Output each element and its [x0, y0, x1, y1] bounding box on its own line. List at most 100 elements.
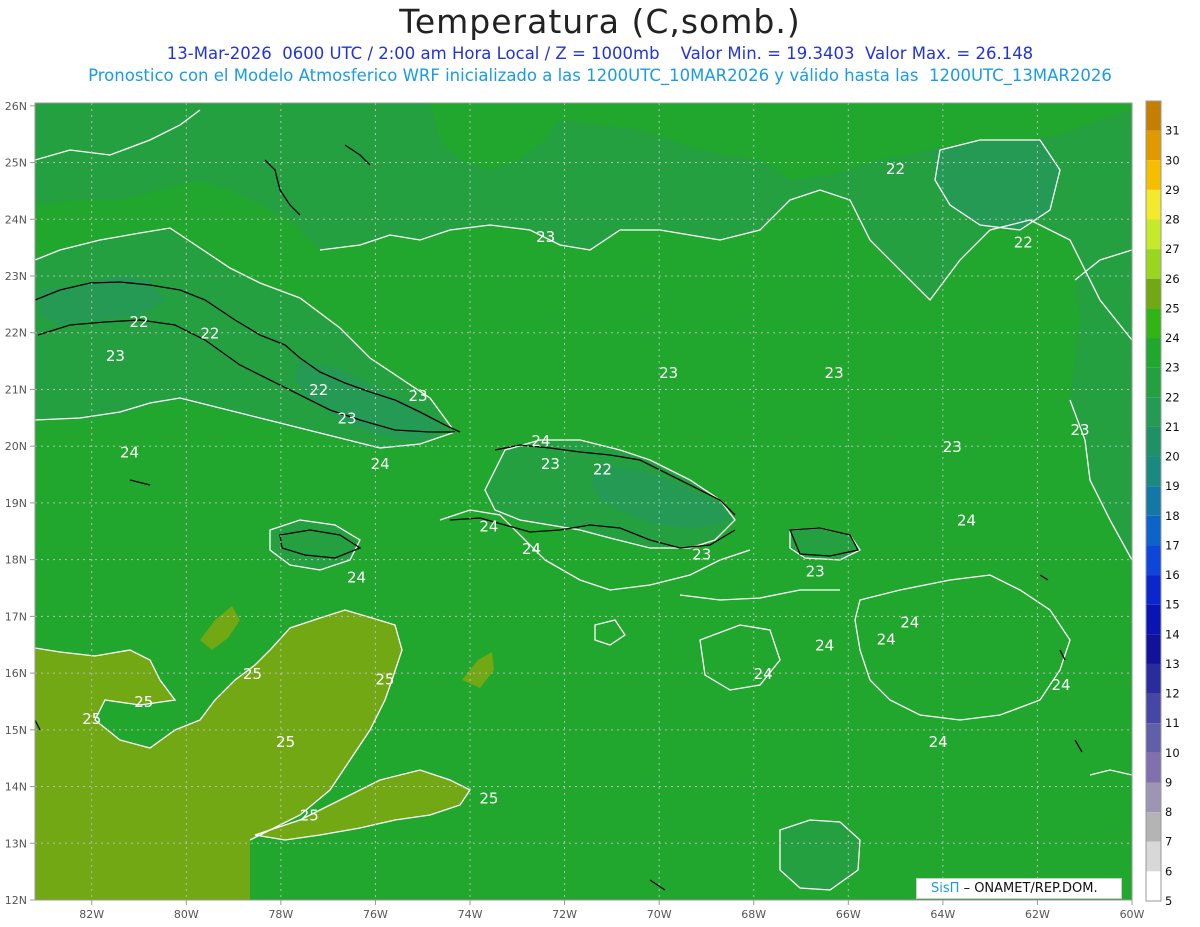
- colorbar-level-label: 10: [1165, 746, 1180, 760]
- lat-tick-label: 20N: [5, 440, 27, 453]
- colorbar-level-label: 30: [1165, 153, 1180, 167]
- colorbar-level-label: 7: [1165, 835, 1172, 849]
- colorbar-level-label: 17: [1165, 538, 1180, 552]
- colorbar-level-label: 16: [1165, 568, 1180, 582]
- colorbar-level-label: 28: [1165, 213, 1180, 227]
- lat-tick-label: 14N: [5, 781, 27, 794]
- colorbar-level-label: 29: [1165, 183, 1180, 197]
- contour-value-label: 23: [408, 387, 427, 405]
- sispi-brand: SisΠ: [931, 881, 960, 896]
- lon-tick-label: 60W: [1120, 908, 1145, 921]
- lon-tick-label: 82W: [79, 908, 104, 921]
- contour-value-label: 24: [531, 432, 550, 450]
- contour-value-label: 23: [806, 563, 825, 581]
- onamet-credit: – ONAMET/REP.DOM.: [963, 881, 1098, 896]
- colorbar-swatch: [1146, 219, 1161, 250]
- colorbar-level-label: 27: [1165, 242, 1180, 256]
- contour-value-label: 25: [82, 710, 101, 728]
- lat-tick-label: 15N: [5, 724, 27, 737]
- colorbar-level-label: 31: [1165, 124, 1180, 138]
- colorbar-level-label: 20: [1165, 450, 1180, 464]
- lat-tick-label: 19N: [5, 497, 27, 510]
- lon-tick-label: 80W: [174, 908, 199, 921]
- colorbar-level-label: 18: [1165, 509, 1180, 523]
- contour-value-label: 24: [957, 512, 976, 530]
- lat-tick-label: 23N: [5, 270, 27, 283]
- colorbar-swatch: [1146, 693, 1161, 724]
- lat-tick-label: 18N: [5, 554, 27, 567]
- contour-value-label: 23: [338, 410, 357, 428]
- colorbar-level-label: 15: [1165, 598, 1180, 612]
- contour-value-label: 22: [1014, 234, 1033, 252]
- lon-tick-label: 70W: [647, 908, 672, 921]
- contour-value-label: 23: [825, 364, 844, 382]
- contour-value-label: 25: [134, 693, 153, 711]
- colorbar-level-label: 23: [1165, 361, 1180, 375]
- contour-value-label: 24: [347, 568, 366, 586]
- colorbar-swatch: [1146, 308, 1161, 339]
- colorbar-swatch: [1146, 278, 1161, 309]
- colorbar-swatch: [1146, 545, 1161, 576]
- lat-tick-label: 16N: [5, 667, 27, 680]
- colorbar-level-label: 19: [1165, 479, 1180, 493]
- lat-tick-label: 12N: [5, 894, 27, 907]
- contour-value-label: 24: [815, 636, 834, 654]
- lon-tick-label: 62W: [1025, 908, 1050, 921]
- map-field: 22222322222322 232324242423 2223 2323232424…: [35, 103, 1132, 900]
- colorbar-swatch: [1146, 160, 1161, 190]
- colorbar-swatch: [1146, 101, 1161, 131]
- lat-tick-label: 26N: [5, 100, 27, 113]
- colorbar-level-label: 11: [1165, 716, 1180, 730]
- lat-tick-label: 25N: [5, 157, 27, 170]
- color-legend: 31 30 29 28 27 26 25 24 23 22 21 20 19 18 17 16 15 14 13 12…: [1145, 100, 1180, 908]
- contour-value-label: 22: [886, 160, 905, 178]
- contour-value-label: 22: [309, 381, 328, 399]
- contour-value-label: 25: [375, 670, 394, 688]
- contour-value-label: 25: [276, 733, 295, 751]
- latitude-axis: 26N 25N 24N 23N 22N 21N 20N 19N 18N 17N 16N 15N 14N 1…: [5, 100, 35, 907]
- contour-value-label: 24: [877, 631, 896, 649]
- contour-value-label: 24: [754, 665, 773, 683]
- contour-value-label: 25: [479, 790, 498, 808]
- colorbar-swatch: [1146, 841, 1161, 872]
- lat-tick-label: 13N: [5, 837, 27, 850]
- lon-tick-label: 66W: [836, 908, 861, 921]
- colorbar-swatch: [1146, 249, 1161, 279]
- colorbar-swatch: [1146, 397, 1161, 427]
- colorbar-level-label: 24: [1165, 331, 1180, 345]
- contour-value-label: 22: [200, 324, 219, 342]
- colorbar-swatch: [1146, 663, 1161, 694]
- contour-value-label: 25: [300, 807, 319, 825]
- lon-tick-label: 72W: [552, 908, 577, 921]
- colorbar-swatch: [1146, 130, 1161, 161]
- contour-value-label: 24: [929, 733, 948, 751]
- contour-value-label: 23: [659, 364, 678, 382]
- colorbar-swatch: [1146, 426, 1161, 457]
- colorbar-swatch: [1146, 189, 1161, 220]
- contour-value-label: 22: [593, 461, 612, 479]
- contour-value-label: 23: [106, 347, 125, 365]
- colorbar-level-label: 8: [1165, 805, 1172, 819]
- lon-tick-label: 78W: [268, 908, 293, 921]
- contour-value-label: 24: [522, 540, 541, 558]
- contour-value-label: 24: [371, 455, 390, 473]
- colorbar-swatch: [1146, 871, 1161, 901]
- colorbar-level-label: 6: [1165, 864, 1172, 878]
- colorbar-level-label: 12: [1165, 687, 1180, 701]
- longitude-axis: 82W 80W 78W 76W 74W 72W 70W 68W 66W 64W 62W 60W: [79, 900, 1145, 921]
- lat-tick-label: 24N: [5, 213, 27, 226]
- colorbar-swatch: [1146, 486, 1161, 516]
- lon-tick-label: 74W: [458, 908, 483, 921]
- contour-value-label: 23: [943, 438, 962, 456]
- colorbar-level-label: 5: [1165, 894, 1172, 908]
- contour-value-label: 23: [541, 455, 560, 473]
- lat-tick-label: 22N: [5, 327, 27, 340]
- lon-tick-label: 64W: [930, 908, 955, 921]
- colorbar-level-label: 14: [1165, 627, 1180, 641]
- colorbar-swatch: [1146, 752, 1161, 783]
- contour-value-label: 22: [129, 313, 148, 331]
- colorbar-level-label: 21: [1165, 420, 1180, 434]
- temperature-map: 22222322222322 232324242423 2223 2323232424…: [5, 100, 1180, 921]
- contour-value-label: 24: [479, 517, 498, 535]
- colorbar-level-label: 26: [1165, 272, 1180, 286]
